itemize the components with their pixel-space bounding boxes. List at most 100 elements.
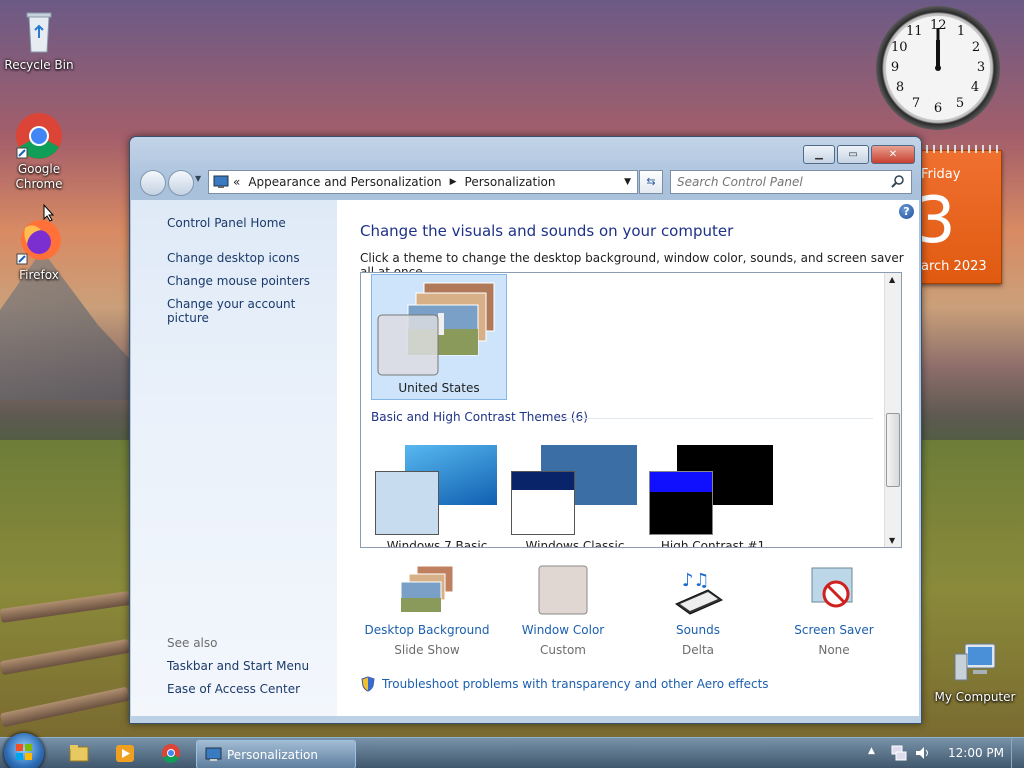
desktop-background-setting[interactable]: Desktop Background Slide Show (362, 564, 492, 657)
theme-window-preview (649, 471, 713, 535)
theme-united-states[interactable]: United States (371, 274, 507, 400)
folder-icon (69, 745, 89, 762)
screen-saver-label[interactable]: Screen Saver (769, 623, 899, 637)
screen-saver-value: None (818, 643, 850, 657)
theme-label: Windows 7 Basic (386, 539, 488, 548)
help-button[interactable]: ? (899, 204, 914, 219)
desktop-icon-label: My Computer (934, 690, 1016, 704)
mouse-cursor-icon (43, 204, 55, 222)
volume-icon[interactable] (914, 744, 932, 762)
scroll-down-icon[interactable]: ▼ (889, 536, 895, 545)
forward-button[interactable] (168, 170, 194, 196)
calendar-gadget[interactable]: Friday 3 arch 2023 (915, 145, 1002, 284)
change-desktop-icons-link[interactable]: Change desktop icons (167, 251, 300, 265)
window-color-value: Custom (540, 643, 586, 657)
svg-text:♪♫: ♪♫ (682, 570, 710, 591)
desktop-icon-chrome[interactable]: Google Chrome (3, 112, 75, 192)
theme-windows-classic[interactable]: Windows Classic (511, 445, 639, 547)
desktop-background-label[interactable]: Desktop Background (362, 623, 492, 637)
change-account-picture-link[interactable]: Change your account picture (167, 297, 337, 325)
breadcrumb-personalization[interactable]: Personalization (465, 175, 556, 189)
theme-high-contrast-1[interactable]: High Contrast #1 (649, 445, 777, 547)
taskbar-explorer[interactable] (58, 741, 100, 766)
personalization-window: ▁ ▭ ✕ ▼ « Appearance and Personalization… (129, 136, 922, 724)
show-hidden-icons-icon[interactable]: ▲ (868, 746, 875, 756)
minimize-button[interactable]: ▁ (803, 145, 835, 164)
caption-buttons: ▁ ▭ ✕ (803, 145, 915, 164)
close-button[interactable]: ✕ (871, 145, 915, 164)
calendar-weekday: Friday (921, 167, 961, 182)
scrollbar-thumb[interactable] (886, 413, 900, 487)
scroll-up-icon[interactable]: ▲ (889, 275, 895, 284)
sounds-setting[interactable]: ♪♫ Sounds Delta (633, 564, 763, 657)
screen-saver-setting[interactable]: Screen Saver None (769, 564, 899, 657)
recycle-bin-icon (15, 8, 63, 56)
clock-face: 12 1 2 3 4 5 6 7 8 9 10 11 (886, 16, 990, 120)
taskbar-personalization[interactable]: Personalization (196, 740, 356, 768)
desktop-icon-recycle-bin[interactable]: Recycle Bin (3, 8, 75, 72)
navigation-bar: ▼ « Appearance and Personalization ▶ Per… (138, 169, 913, 196)
shield-icon (361, 676, 375, 692)
calendar-month-year: arch 2023 (921, 259, 987, 274)
address-bar[interactable]: « Appearance and Personalization ▶ Perso… (208, 170, 638, 194)
taskbar-chrome[interactable] (150, 741, 192, 766)
start-button[interactable] (4, 733, 44, 768)
theme-preview-image (377, 282, 495, 376)
taskbar: Personalization ▲ 12:00 PM (0, 733, 1024, 768)
breadcrumb-appearance[interactable]: Appearance and Personalization (248, 175, 441, 189)
taskbar-media-player[interactable] (104, 741, 146, 766)
maximize-icon: ▭ (848, 149, 858, 160)
troubleshoot-link[interactable]: Troubleshoot problems with transparency … (382, 677, 769, 691)
theme-list: United States Basic and High Contrast Th… (360, 272, 902, 548)
theme-label: United States (398, 381, 480, 395)
breadcrumb-arrow-icon[interactable]: ▶ (450, 177, 457, 187)
left-navigation-pane: Control Panel Home Change desktop icons … (131, 200, 337, 716)
firefox-icon (15, 218, 63, 266)
desktop-icon-label: Firefox (19, 268, 59, 282)
control-panel-home-link[interactable]: Control Panel Home (167, 216, 286, 230)
sounds-label[interactable]: Sounds (633, 623, 763, 637)
theme-list-scrollbar[interactable]: ▲ ▼ (884, 273, 901, 547)
sounds-icon: ♪♫ (674, 570, 724, 615)
main-content: ? Change the visuals and sounds on your … (337, 200, 919, 716)
theme-label: Windows Classic (525, 539, 625, 548)
back-button[interactable] (140, 170, 166, 196)
clock-gadget[interactable]: 12 1 2 3 4 5 6 7 8 9 10 11 (876, 6, 1000, 130)
desktop-icon-label: Google Chrome (15, 162, 63, 191)
breadcrumb-overflow[interactable]: « (233, 175, 240, 189)
page-title: Change the visuals and sounds on your co… (360, 222, 734, 240)
ease-of-access-link[interactable]: Ease of Access Center (167, 682, 300, 696)
address-dropdown-icon[interactable]: ▼ (624, 177, 631, 187)
desktop-background-icon (400, 565, 454, 613)
theme-window-preview (511, 471, 575, 535)
computer-icon (951, 640, 999, 688)
help-icon: ? (903, 205, 910, 218)
search-box (670, 170, 912, 194)
theme-windows-7-basic[interactable]: Windows 7 Basic (375, 445, 499, 547)
change-mouse-pointers-link[interactable]: Change mouse pointers (167, 274, 310, 288)
search-input[interactable] (671, 174, 889, 190)
group-divider (557, 418, 873, 419)
taskbar-clock[interactable]: 12:00 PM (948, 746, 1004, 760)
see-also-heading: See also (167, 636, 218, 650)
refresh-button[interactable]: ⇆ (639, 170, 663, 194)
theme-window-preview (375, 471, 439, 535)
refresh-icon: ⇆ (646, 175, 656, 188)
search-icon[interactable] (891, 175, 905, 189)
control-panel-icon (205, 747, 222, 761)
desktop-icon-label: Recycle Bin (4, 58, 74, 72)
theme-label: High Contrast #1 (660, 539, 766, 548)
window-color-label[interactable]: Window Color (498, 623, 628, 637)
window-color-setting[interactable]: Window Color Custom (498, 564, 628, 657)
show-desktop-button[interactable] (1011, 738, 1024, 768)
desktop-icon-my-computer[interactable]: My Computer (932, 640, 1018, 704)
recent-pages-icon[interactable]: ▼ (195, 174, 201, 183)
taskbar-start-menu-link[interactable]: Taskbar and Start Menu (167, 659, 309, 673)
calendar-rings (919, 145, 1001, 153)
chrome-icon (162, 744, 180, 763)
desktop-icon-firefox[interactable]: Firefox (3, 218, 75, 282)
network-icon[interactable] (890, 744, 908, 762)
sounds-value: Delta (681, 643, 714, 657)
control-panel-icon (213, 175, 229, 188)
maximize-button[interactable]: ▭ (837, 145, 869, 164)
